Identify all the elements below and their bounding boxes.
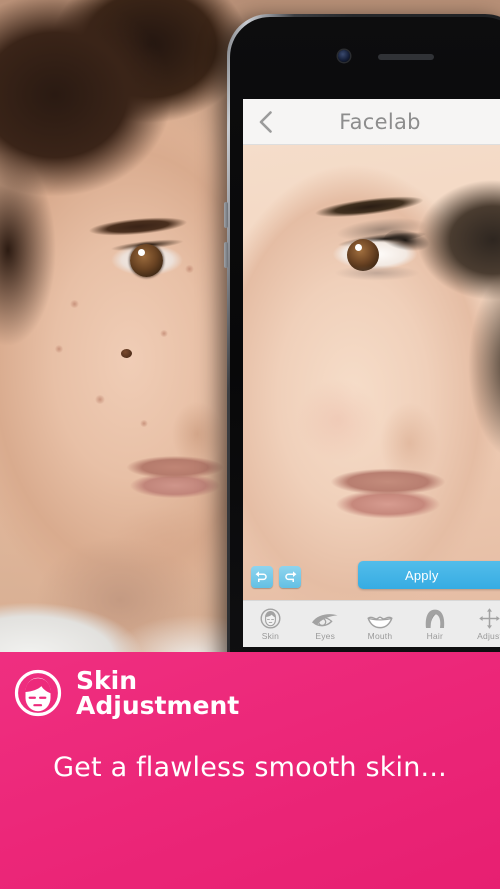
promo-banner: Skin Adjustment Get a flawless smooth sk… xyxy=(0,652,500,889)
face-circle-icon xyxy=(14,669,62,717)
tool-bar: Skin Eyes Mouth Hair Adjust xyxy=(243,600,500,647)
mouth-icon xyxy=(367,607,393,629)
tool-label: Mouth xyxy=(367,631,393,641)
banner-subtitle: Get a flawless smooth skin... xyxy=(53,752,447,783)
undo-icon xyxy=(255,571,269,583)
phone-device: Facelab Apply Skin Eyes Mouth Hair Adjus… xyxy=(224,14,500,714)
phone-body: Facelab Apply Skin Eyes Mouth Hair Adjus… xyxy=(230,17,500,711)
tool-mouth[interactable]: Mouth xyxy=(353,607,408,641)
volume-down-button[interactable] xyxy=(224,242,228,268)
tool-adjust[interactable]: Adjust xyxy=(462,607,500,641)
under-eye xyxy=(327,265,427,285)
skin-blemish xyxy=(140,420,148,427)
action-row: Apply xyxy=(243,554,500,600)
banner-title-line1: Skin xyxy=(76,665,137,695)
skin-blemish xyxy=(70,300,79,308)
redo-button[interactable] xyxy=(279,566,301,588)
front-camera-icon xyxy=(338,50,350,62)
eye-icon xyxy=(310,607,340,629)
earpiece-speaker xyxy=(378,54,434,60)
skin-blemish xyxy=(55,345,63,353)
banner-title-line2: Adjustment xyxy=(76,691,240,720)
back-button[interactable] xyxy=(243,99,287,144)
undo-button[interactable] xyxy=(251,566,273,588)
skin-blemish xyxy=(185,265,194,273)
volume-up-button[interactable] xyxy=(224,202,228,228)
after-face-preview[interactable] xyxy=(243,145,500,600)
iris xyxy=(130,244,163,277)
tool-skin[interactable]: Skin xyxy=(243,607,298,641)
chevron-left-icon xyxy=(259,110,272,133)
move-arrows-icon xyxy=(479,607,500,629)
tool-eyes[interactable]: Eyes xyxy=(298,607,353,641)
navigation-bar: Facelab xyxy=(243,99,500,145)
lips xyxy=(323,465,453,521)
tool-label: Hair xyxy=(426,631,443,641)
app-screen: Facelab Apply Skin Eyes Mouth Hair Adjus… xyxy=(243,99,500,647)
tool-label: Adjust xyxy=(477,631,500,641)
hair-icon xyxy=(423,607,447,629)
apply-button[interactable]: Apply xyxy=(358,561,500,589)
banner-heading-row: Skin Adjustment xyxy=(0,652,500,720)
mole-blemish xyxy=(121,349,132,358)
redo-icon xyxy=(283,571,297,583)
skin-blemish xyxy=(95,395,105,404)
banner-title: Skin Adjustment xyxy=(76,665,240,720)
promo-screenshot: Facelab Apply Skin Eyes Mouth Hair Adjus… xyxy=(0,0,500,889)
chin xyxy=(95,505,235,595)
tool-label: Eyes xyxy=(315,631,336,641)
tool-hair[interactable]: Hair xyxy=(407,607,462,641)
skin-blemish xyxy=(160,330,168,337)
face-skin-icon xyxy=(260,607,281,629)
lips xyxy=(120,452,230,500)
tool-label: Skin xyxy=(261,631,280,641)
